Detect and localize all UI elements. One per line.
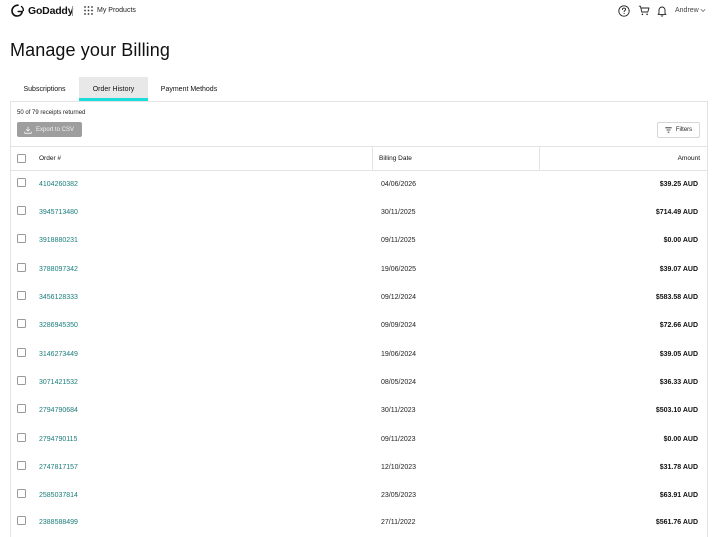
amount: $39.05 AUD [659,351,698,358]
billing-date: 09/12/2024 [381,294,417,301]
table-row: 4104260382 04/06/2026 $39.25 AUD [10,171,708,199]
amount: $0.00 AUD [663,237,698,244]
chevron-down-icon[interactable] [700,8,706,13]
row-checkbox[interactable] [17,348,26,357]
billing-date: 23/05/2023 [381,492,417,499]
order-number-link[interactable]: 3456128333 [39,294,78,301]
notifications-bell-icon[interactable] [657,5,667,17]
download-icon [24,126,32,134]
table-row: 2747817157 12/10/2023 $31.78 AUD [10,454,708,482]
billing-date: 09/11/2023 [381,436,416,443]
amount: $72.66 AUD [659,322,698,329]
table-row: 2794790684 30/11/2023 $503.10 AUD [10,397,708,425]
column-divider [539,147,540,171]
row-checkbox[interactable] [17,263,26,272]
tab-order-history[interactable]: Order History [79,77,148,101]
amount: $503.10 AUD [655,407,698,414]
filters-button[interactable]: Filters [657,122,700,138]
row-checkbox[interactable] [17,376,26,385]
table-row: 3945713480 30/11/2025 $714.49 AUD [10,199,708,227]
row-checkbox[interactable] [17,206,26,215]
my-products-link[interactable]: My Products [97,7,136,14]
amount: $561.76 AUD [655,519,698,526]
amount: $714.49 AUD [655,209,698,216]
amount: $0.00 AUD [663,436,698,443]
order-number-link[interactable]: 3945713480 [39,209,78,216]
export-csv-button[interactable]: Export to CSV [17,122,82,137]
order-number-link[interactable]: 3918880231 [39,237,78,244]
billing-date: 30/11/2023 [381,407,416,414]
order-number-link[interactable]: 2794790115 [39,436,77,443]
godaddy-logo[interactable]: GoDaddy [11,4,73,17]
order-number-link[interactable]: 4104260382 [39,181,78,188]
billing-date: 09/11/2025 [381,237,416,244]
billing-date: 08/05/2024 [381,379,417,386]
apps-grid-icon[interactable] [84,6,93,15]
order-number-link[interactable]: 3071421532 [39,379,78,386]
table-row: 3788097342 19/06/2025 $39.07 AUD [10,256,708,284]
billing-date: 30/11/2025 [381,209,416,216]
amount: $39.07 AUD [659,266,698,273]
amount: $31.78 AUD [659,464,698,471]
amount: $39.25 AUD [659,181,698,188]
table-row: 3918880231 09/11/2025 $0.00 AUD [10,227,708,255]
order-number-link[interactable]: 3146273449 [39,351,78,358]
amount: $36.33 AUD [659,379,698,386]
amount: $583.58 AUD [655,294,698,301]
row-checkbox[interactable] [17,404,26,413]
column-header-billing-date[interactable]: Billing Date [379,155,412,162]
column-header-order[interactable]: Order # [39,155,61,162]
logo-text: GoDaddy [28,4,74,17]
godaddy-logo-icon [11,4,25,17]
filters-label: Filters [675,127,693,133]
receipts-count: 50 of 79 receipts returned [17,110,86,116]
row-checkbox[interactable] [17,516,26,525]
row-checkbox[interactable] [17,319,26,328]
filter-icon [665,127,672,133]
page-title: Manage your Billing [10,40,170,60]
table-row: 3456128333 09/12/2024 $583.58 AUD [10,284,708,312]
table-row: 3146273449 19/06/2024 $39.05 AUD [10,341,708,369]
column-divider [372,147,373,171]
order-number-link[interactable]: 2585037814 [39,492,78,499]
billing-date: 12/10/2023 [381,464,417,471]
billing-tabs: Subscriptions Order History Payment Meth… [10,77,230,101]
cart-icon[interactable] [638,5,650,16]
billing-date: 27/11/2022 [381,519,416,526]
row-checkbox[interactable] [17,234,26,243]
export-csv-label: Export to CSV [36,126,75,133]
column-header-amount[interactable]: Amount [678,155,700,162]
header-divider [72,6,73,16]
row-checkbox[interactable] [17,178,26,187]
table-row: 2388588499 27/11/2022 $561.76 AUD [10,509,708,537]
row-checkbox[interactable] [17,489,26,498]
billing-date: 19/06/2024 [381,351,417,358]
table-row: 2794790115 09/11/2023 $0.00 AUD [10,426,708,454]
billing-date: 04/06/2026 [381,181,417,188]
table-row: 3286945350 09/09/2024 $72.66 AUD [10,312,708,340]
row-checkbox[interactable] [17,433,26,442]
help-icon[interactable] [618,5,630,17]
order-number-link[interactable]: 2747817157 [39,464,78,471]
order-number-link[interactable]: 3788097342 [39,266,78,273]
table-row: 2585037814 23/05/2023 $63.91 AUD [10,482,708,510]
order-number-link[interactable]: 2388588499 [39,519,78,526]
tab-subscriptions[interactable]: Subscriptions [10,77,79,101]
row-checkbox[interactable] [17,461,26,470]
tab-payment-methods[interactable]: Payment Methods [148,77,230,101]
order-number-link[interactable]: 2794790684 [39,407,78,414]
billing-date: 09/09/2024 [381,322,417,329]
row-checkbox[interactable] [17,291,26,300]
top-navigation-bar: GoDaddy My Products Andrew [0,0,720,24]
order-number-link[interactable]: 3286945350 [39,322,78,329]
table-header: Order # Billing Date Amount [10,146,708,171]
amount: $63.91 AUD [659,492,698,499]
user-menu-name[interactable]: Andrew [675,7,699,14]
billing-date: 19/06/2025 [381,266,417,273]
table-row: 3071421532 08/05/2024 $36.33 AUD [10,369,708,397]
select-all-checkbox[interactable] [17,154,26,163]
